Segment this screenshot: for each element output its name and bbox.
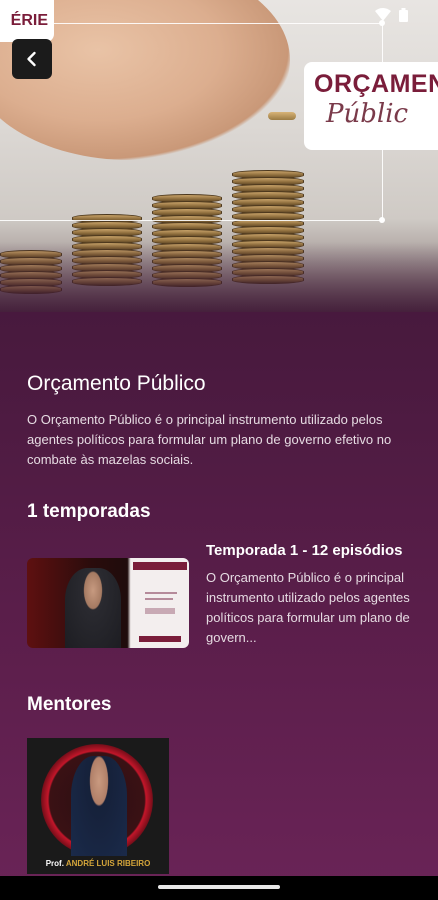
show-description: O Orçamento Público é o principal instru… xyxy=(27,412,392,467)
seasons-heading: 1 temporadas xyxy=(27,501,151,522)
book-cover-footer xyxy=(139,636,181,642)
season-thumbnail xyxy=(27,558,189,648)
mentor-avatar xyxy=(71,756,127,856)
title-card-line1: ORÇAMEN xyxy=(314,70,438,98)
mentor-name-text: ANDRÉ LUIS RIBEIRO xyxy=(65,859,151,868)
held-coin-image xyxy=(268,112,296,120)
season-name: Temporada 1 - 12 episódios xyxy=(206,542,403,559)
show-info: Orçamento Público O Orçamento Público é … xyxy=(27,372,412,470)
frame-line-top xyxy=(0,23,382,24)
book-cover-image xyxy=(133,562,187,570)
hero-banner: ORÇAMEN Públic ÉRIE xyxy=(0,0,438,312)
mentor-name-prefix: Prof. xyxy=(45,859,64,868)
back-button[interactable] xyxy=(12,39,52,79)
wifi-icon xyxy=(375,8,391,21)
mentor-card[interactable]: Prof. ANDRÉ LUIS RIBEIRO xyxy=(27,738,169,874)
book-cover-line xyxy=(145,608,175,614)
book-cover-line xyxy=(145,592,177,594)
frame-dot-bottom xyxy=(379,217,385,223)
season-info: Temporada 1 - 12 episódios O Orçamento P… xyxy=(206,540,416,648)
mentor-name: Prof. ANDRÉ LUIS RIBEIRO xyxy=(33,859,163,868)
book-cover-line xyxy=(145,598,173,600)
presenter-image xyxy=(65,568,121,648)
battery-icon xyxy=(399,8,408,22)
page-title: Orçamento Público xyxy=(27,372,206,395)
frame-line-bottom xyxy=(0,220,382,221)
hero-fade xyxy=(0,242,438,312)
app-screen: ORÇAMEN Públic ÉRIE Orçamento Público O … xyxy=(0,0,438,900)
series-badge: ÉRIE xyxy=(0,0,54,42)
chevron-left-icon xyxy=(27,51,36,67)
status-icons xyxy=(375,8,408,22)
title-card-line2: Públic xyxy=(326,99,409,129)
season-card[interactable]: Temporada 1 - 12 episódios O Orçamento P… xyxy=(27,540,412,670)
season-description: O Orçamento Público é o principal instru… xyxy=(206,570,410,645)
home-indicator[interactable] xyxy=(158,885,280,889)
title-card: ORÇAMEN Públic xyxy=(304,62,438,150)
mentors-heading: Mentores xyxy=(27,694,112,715)
